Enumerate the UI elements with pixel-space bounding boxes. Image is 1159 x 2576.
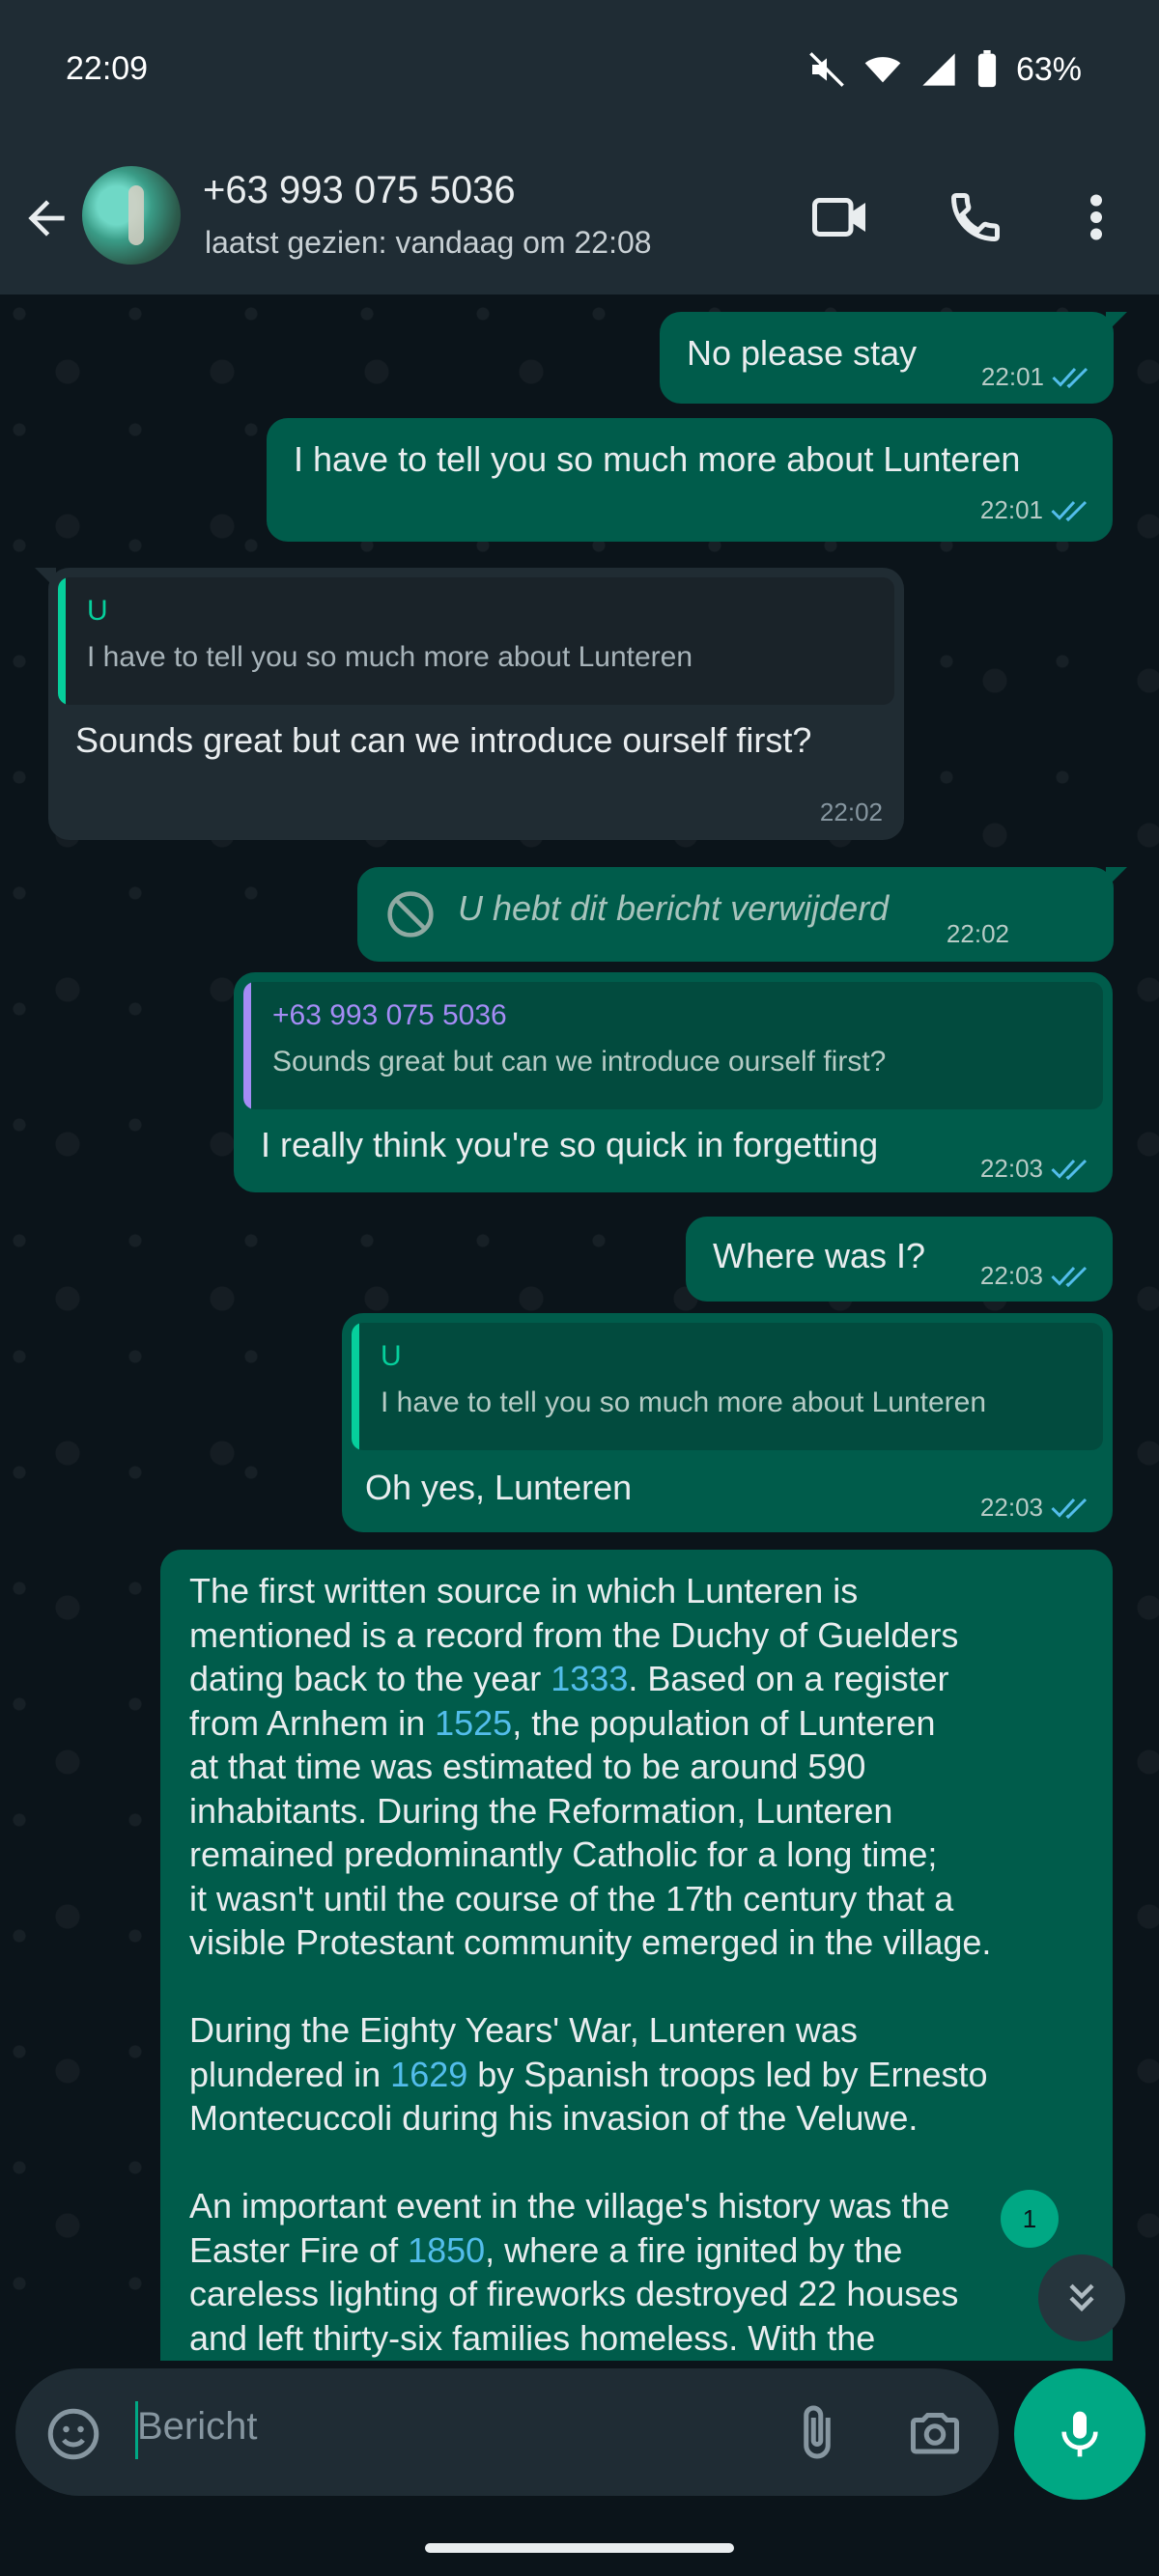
message-deleted[interactable]: U hebt dit bericht verwijderd 22:02 <box>357 867 1127 962</box>
signal-icon <box>922 53 955 86</box>
battery-icon <box>977 50 997 88</box>
message-time: 22:03 <box>979 1493 1043 1522</box>
home-indicator[interactable] <box>425 2543 734 2553</box>
message-meta: 22:01 <box>981 362 1092 392</box>
battery-level: 63% <box>1015 50 1082 88</box>
message-meta: 22:02 <box>820 798 883 827</box>
deleted-text: U hebt dit bericht verwijderd <box>458 888 890 928</box>
emoji-icon[interactable] <box>44 2405 102 2463</box>
quote-bar <box>58 577 66 705</box>
back-arrow-icon[interactable] <box>19 191 73 245</box>
year-link[interactable]: 1629 <box>390 2055 467 2094</box>
message-outgoing[interactable]: U I have to tell you so much more about … <box>342 1313 1113 1532</box>
status-bar: 22:09 63% <box>0 0 1159 145</box>
message-meta: 22:03 <box>980 1261 1091 1291</box>
message-outgoing[interactable]: +63 993 075 5036 Sounds great but can we… <box>234 972 1113 1192</box>
quote-text: Sounds great but can we introduce oursel… <box>272 1046 887 1078</box>
year-link[interactable]: 1850 <box>408 2230 485 2270</box>
quote-bar <box>243 982 251 1109</box>
phone-icon[interactable] <box>947 188 1004 246</box>
quoted-message[interactable]: +63 993 075 5036 Sounds great but can we… <box>243 982 1103 1109</box>
paperclip-icon[interactable] <box>788 2401 846 2463</box>
chat-area[interactable]: No please stay 22:01 I have to tell you … <box>0 294 1159 2361</box>
message-text: I have to tell you so much more about Lu… <box>294 439 1021 479</box>
message-text: Sounds great but can we introduce oursel… <box>75 720 812 760</box>
double-check-icon <box>1051 1159 1088 1180</box>
wifi-icon <box>864 57 901 83</box>
quote-text: I have to tell you so much more about Lu… <box>87 641 693 673</box>
microphone-icon <box>1061 2411 1098 2457</box>
message-time: 22:02 <box>946 919 1009 948</box>
last-seen: laatst gezien: vandaag om 22:08 <box>205 225 652 260</box>
double-check-icon <box>1051 1498 1088 1519</box>
avatar[interactable] <box>82 166 181 265</box>
message-time: 22:03 <box>979 1154 1043 1183</box>
double-check-icon <box>1051 500 1088 521</box>
scroll-to-bottom-button[interactable] <box>1038 2254 1125 2341</box>
quoted-message[interactable]: U I have to tell you so much more about … <box>352 1323 1103 1450</box>
unread-count-badge: 1 <box>1001 2190 1059 2248</box>
message-time: 22:03 <box>979 1261 1043 1290</box>
message-incoming[interactable]: U I have to tell you so much more about … <box>35 568 904 840</box>
message-meta: 22:01 <box>980 495 1091 525</box>
message-meta: 22:02 <box>947 919 1009 949</box>
year-link[interactable]: 1333 <box>551 1659 628 1698</box>
quoted-message[interactable]: U I have to tell you so much more about … <box>58 577 894 705</box>
message-text: Oh yes, Lunteren <box>365 1468 633 1507</box>
message-input[interactable]: Bericht <box>137 2405 258 2449</box>
video-call-icon[interactable] <box>809 188 873 246</box>
blocked-icon <box>387 891 434 938</box>
chat-header: +63 993 075 5036 laatst gezien: vandaag … <box>0 145 1159 294</box>
message-time: 22:01 <box>980 362 1044 391</box>
message-time: 22:01 <box>979 495 1043 524</box>
message-meta: 22:03 <box>980 1154 1091 1184</box>
contact-name[interactable]: +63 993 075 5036 <box>203 169 516 212</box>
camera-icon[interactable] <box>904 2403 966 2461</box>
quote-author: U <box>381 1340 402 1372</box>
double-chevron-down-icon <box>1069 2283 1094 2312</box>
message-outgoing[interactable]: I have to tell you so much more about Lu… <box>267 418 1113 542</box>
status-icons: 63% <box>807 50 1082 89</box>
year-link[interactable]: 1525 <box>435 1703 512 1743</box>
message-text: Where was I? <box>713 1236 926 1275</box>
more-vert-icon[interactable] <box>1082 188 1111 246</box>
voice-message-button[interactable] <box>1014 2368 1145 2500</box>
mute-icon <box>809 52 844 87</box>
message-outgoing-long[interactable]: The first written source in which Lunter… <box>160 1550 1113 2361</box>
message-input-box[interactable]: Bericht <box>15 2368 999 2496</box>
message-outgoing[interactable]: Where was I? 22:03 <box>686 1217 1113 1302</box>
double-check-icon <box>1052 367 1088 388</box>
quote-text: I have to tell you so much more about Lu… <box>381 1386 987 1418</box>
quote-author: +63 993 075 5036 <box>272 999 507 1031</box>
quote-author: U <box>87 595 108 627</box>
message-time: 22:02 <box>819 798 883 826</box>
quote-bar <box>352 1323 359 1450</box>
message-text-long: The first written source in which Lunter… <box>189 1571 992 2358</box>
message-text: No please stay <box>687 333 918 373</box>
composer: Bericht <box>0 2361 1159 2576</box>
message-text: I really think you're so quick in forget… <box>261 1125 879 1164</box>
message-meta: 22:03 <box>980 1493 1091 1523</box>
status-time: 22:09 <box>66 50 149 87</box>
message-outgoing[interactable]: No please stay 22:01 <box>660 312 1127 404</box>
double-check-icon <box>1051 1266 1088 1287</box>
